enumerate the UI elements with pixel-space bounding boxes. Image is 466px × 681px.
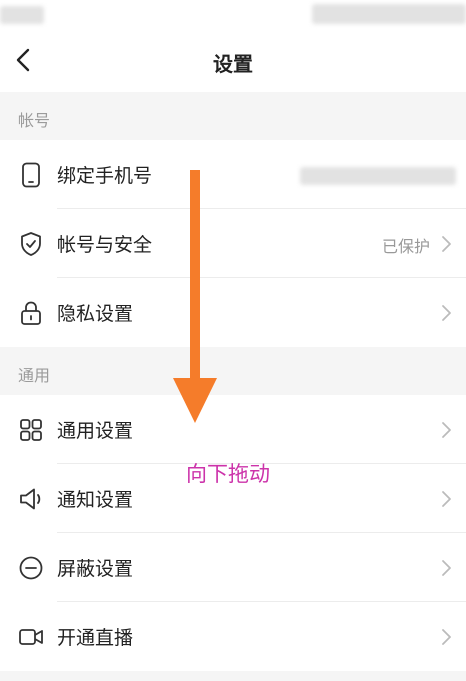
chevron-right-icon [442, 305, 451, 321]
chevron-right-icon [442, 422, 451, 438]
speaker-icon [20, 488, 41, 510]
annotation-text: 向下拖动 [186, 462, 270, 486]
settings-item-label: 帐号与安全 [57, 234, 153, 256]
video-camera-icon [19, 629, 43, 645]
settings-item-label: 屏蔽设置 [57, 558, 134, 580]
lock-icon [21, 301, 41, 325]
settings-item-general[interactable]: 通用设置 [0, 395, 466, 464]
section-title-general: 通用 [18, 366, 51, 385]
chevron-right-icon [442, 560, 451, 576]
phone-icon [22, 162, 40, 188]
settings-item-label: 开通直播 [57, 627, 134, 649]
settings-item-block[interactable]: 屏蔽设置 [0, 533, 466, 602]
chevron-right-icon [442, 629, 451, 645]
block-icon [19, 556, 43, 580]
protection-status: 已保护 [381, 237, 430, 256]
page-title: 设置 [213, 52, 253, 76]
chevron-right-icon [442, 491, 451, 507]
status-blur-right [312, 4, 466, 24]
settings-item-start-live[interactable]: 开通直播 [0, 602, 466, 671]
nav-bar: 设置 [0, 30, 466, 92]
drag-down-arrow-icon [173, 170, 217, 423]
settings-item-bind-phone[interactable]: 绑定手机号 [0, 140, 466, 209]
settings-item-label: 通知设置 [57, 489, 134, 511]
masked-phone-number [300, 167, 456, 185]
section-header-account: 帐号 [0, 92, 466, 140]
status-blur-left [0, 6, 44, 24]
section-title-account: 帐号 [18, 111, 51, 130]
section-header-general: 通用 [0, 347, 466, 395]
settings-item-label: 隐私设置 [57, 303, 134, 325]
settings-item-label: 绑定手机号 [57, 165, 153, 187]
chevron-right-icon [442, 236, 451, 252]
grid-icon [20, 419, 42, 441]
status-bar [0, 0, 466, 30]
settings-item-account-security[interactable]: 帐号与安全 已保护 [0, 209, 466, 278]
settings-item-label: 通用设置 [57, 420, 134, 442]
settings-item-privacy[interactable]: 隐私设置 [0, 278, 466, 347]
shield-icon [21, 232, 41, 256]
